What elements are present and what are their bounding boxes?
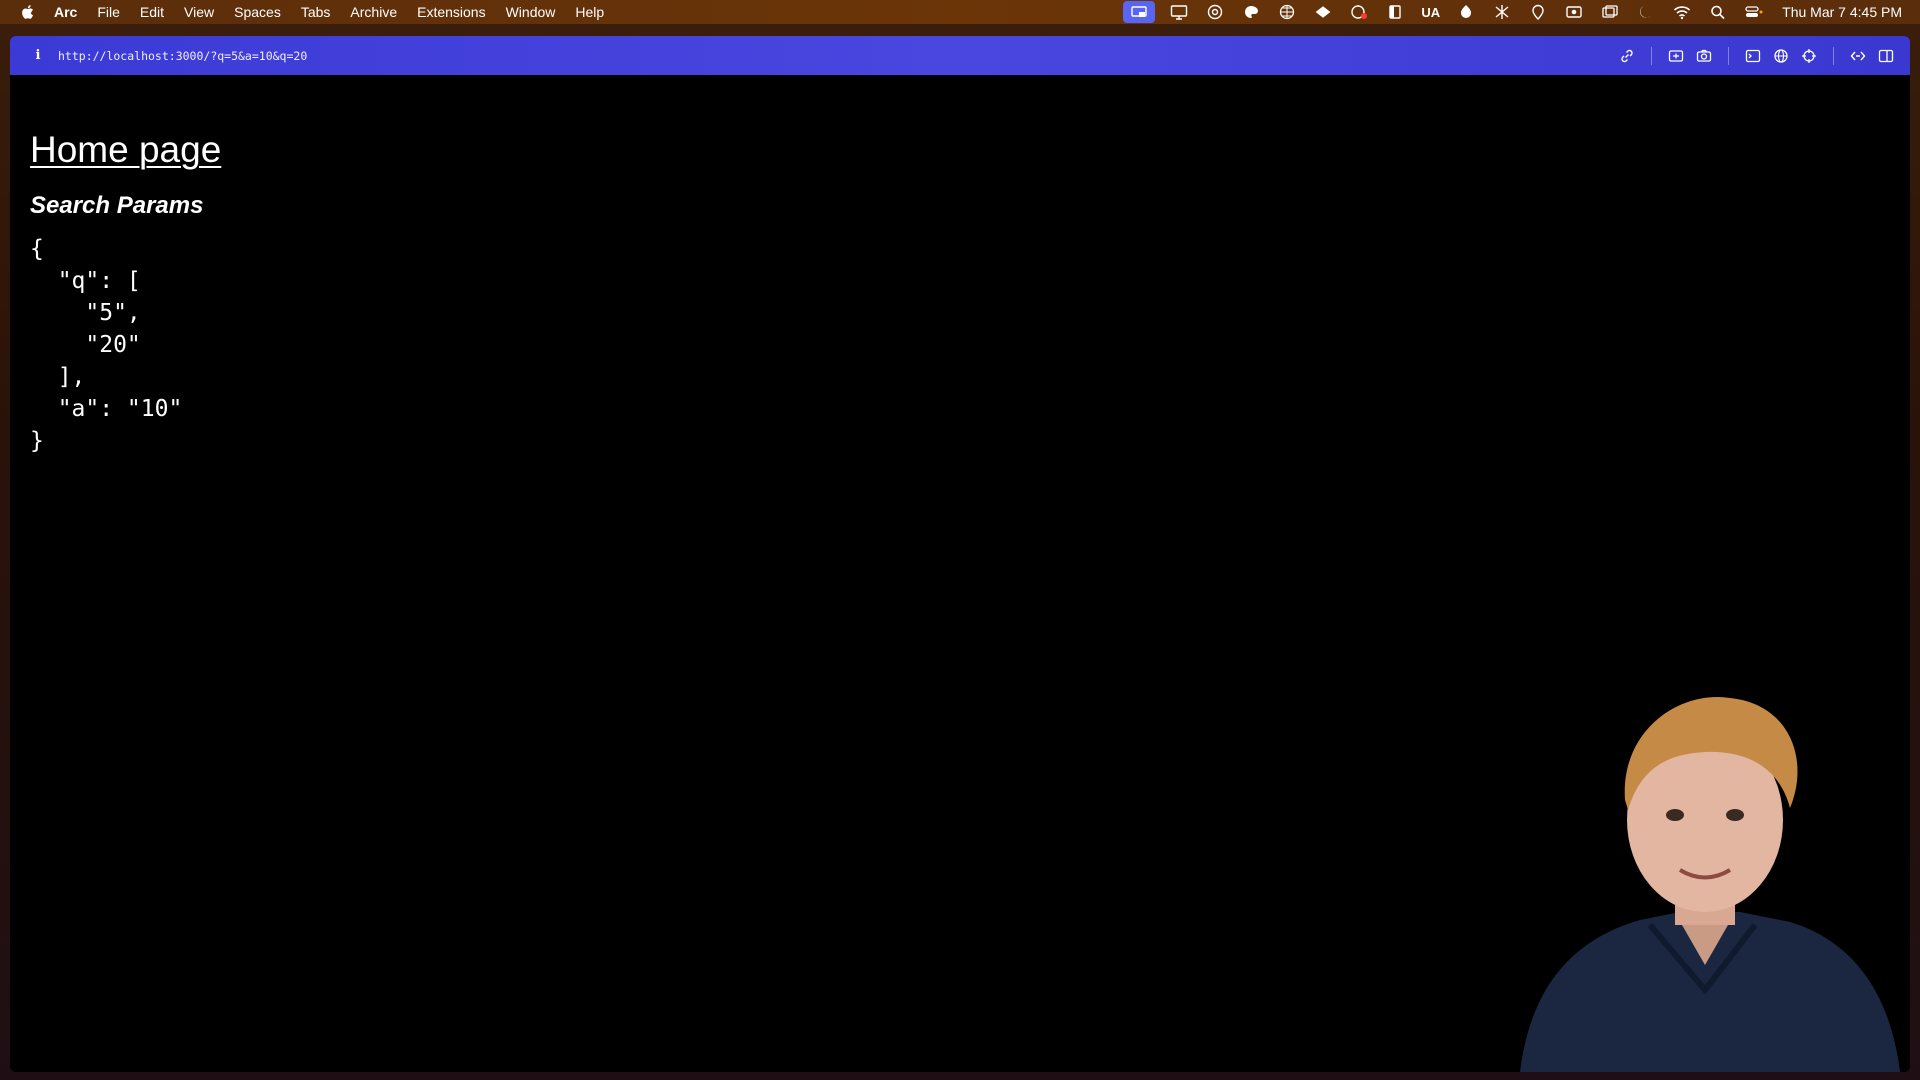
toolbar-divider <box>1651 46 1652 65</box>
menu-extensions[interactable]: Extensions <box>407 0 495 24</box>
palette-icon[interactable] <box>1240 3 1262 21</box>
recording-eye-icon[interactable] <box>1348 3 1370 21</box>
url-text[interactable]: http://localhost:3000/?q=5&a=10&q=20 <box>58 49 307 63</box>
menu-edit[interactable]: Edit <box>130 0 174 24</box>
moon-icon[interactable] <box>1635 3 1657 21</box>
capture-icon[interactable] <box>1667 47 1685 65</box>
menu-help[interactable]: Help <box>565 0 614 24</box>
menu-bar-tray: UA Thu Mar 7 4:45 PM <box>1117 1 1920 23</box>
menu-file[interactable]: File <box>87 0 130 24</box>
terminal-icon[interactable] <box>1744 47 1762 65</box>
json-line: "q": [ <box>30 268 141 294</box>
address-bar-actions <box>1613 46 1910 65</box>
menu-bar: Arc File Edit View Spaces Tabs Archive E… <box>0 0 1920 24</box>
control-center-icon[interactable] <box>1743 3 1765 21</box>
screen-share-icon[interactable] <box>1123 1 1156 23</box>
wifi-icon[interactable] <box>1671 3 1693 21</box>
menu-tabs[interactable]: Tabs <box>291 0 341 24</box>
globe-grid-icon[interactable] <box>1276 3 1298 21</box>
video-camera-icon[interactable] <box>1563 3 1585 21</box>
app-menu-arc[interactable]: Arc <box>54 0 87 24</box>
menu-bar-clock[interactable]: Thu Mar 7 4:45 PM <box>1782 4 1902 20</box>
presenter-webcam <box>1500 690 1910 1072</box>
menu-bar-left: Arc File Edit View Spaces Tabs Archive E… <box>0 0 614 24</box>
json-line: "5", <box>30 300 141 326</box>
home-page-link[interactable]: Home page <box>30 129 221 171</box>
toolbar-divider <box>1728 46 1729 65</box>
arrows-diamond-icon[interactable] <box>1312 3 1334 21</box>
json-line: "20" <box>30 332 141 358</box>
apple-logo-icon[interactable] <box>18 2 36 22</box>
at-sign-icon[interactable] <box>1204 3 1226 21</box>
search-params-heading: Search Params <box>30 192 204 219</box>
code-brackets-icon[interactable] <box>1849 47 1867 65</box>
menu-window[interactable]: Window <box>496 0 566 24</box>
site-info-icon[interactable]: i <box>30 48 46 64</box>
json-line: "a": "10" <box>30 396 183 422</box>
menu-spaces[interactable]: Spaces <box>224 0 291 24</box>
search-icon[interactable] <box>1707 3 1729 21</box>
json-line: } <box>30 428 44 454</box>
window-switch-icon[interactable] <box>1599 3 1621 21</box>
globe-icon[interactable] <box>1772 47 1790 65</box>
camera-icon[interactable] <box>1695 47 1713 65</box>
search-params-json: { "q": [ "5", "20" ], "a": "10" } <box>30 233 182 457</box>
input-source-indicator[interactable]: UA <box>1421 5 1440 20</box>
display-icon[interactable] <box>1168 3 1190 21</box>
sidebar-panel-icon[interactable] <box>1384 3 1406 21</box>
dollar-circle-icon[interactable] <box>1455 3 1477 21</box>
split-view-icon[interactable] <box>1877 47 1895 65</box>
json-line: ], <box>30 364 86 390</box>
location-pin-icon[interactable] <box>1527 3 1549 21</box>
toolbar-divider <box>1833 46 1834 65</box>
menu-archive[interactable]: Archive <box>340 0 407 24</box>
menu-view[interactable]: View <box>174 0 224 24</box>
json-line: { <box>30 236 44 262</box>
address-bar[interactable]: i http://localhost:3000/?q=5&a=10&q=20 <box>10 36 1910 75</box>
copy-link-icon[interactable] <box>1618 47 1636 65</box>
satellite-icon[interactable] <box>1491 3 1513 21</box>
crosshair-icon[interactable] <box>1800 47 1818 65</box>
